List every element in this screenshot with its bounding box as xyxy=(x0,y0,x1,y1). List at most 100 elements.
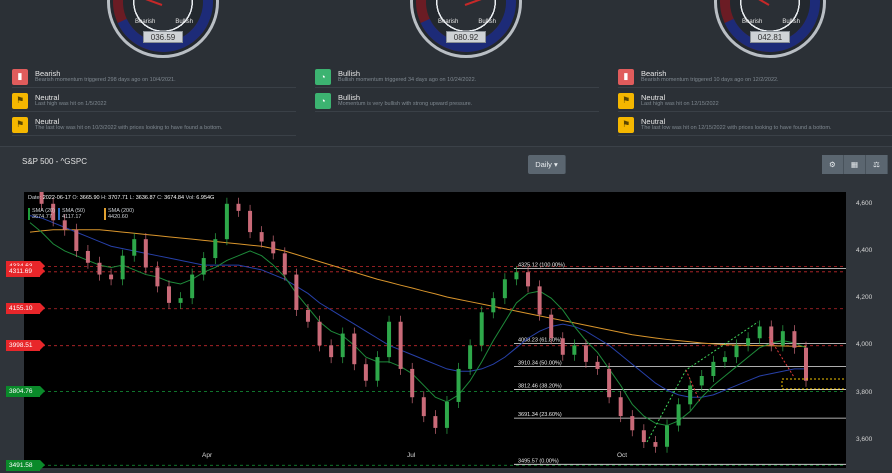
candle-body xyxy=(62,220,67,230)
y-tick-label: 4,400 xyxy=(856,246,873,254)
open-value: 3665.90 xyxy=(79,195,100,201)
candle-body xyxy=(676,404,681,426)
gauge-bull-label: Bullish xyxy=(782,19,800,25)
signal-title: Neutral xyxy=(35,92,60,102)
close-value: 3674.84 xyxy=(164,195,185,201)
bullish-icon: ◔ xyxy=(315,68,331,85)
settings-button[interactable]: ⚙ xyxy=(822,155,844,174)
low-value: 3636.87 xyxy=(135,195,156,201)
candle-body xyxy=(607,368,612,398)
signal-description: Bearish momentum triggered 10 days ago o… xyxy=(641,77,779,83)
signal-title: Bearish xyxy=(35,68,61,78)
signal-text-block: Bearish Bearish momentum triggered 10 day… xyxy=(641,68,779,84)
signal-description: The last low was hit on 10/3/2022 with p… xyxy=(35,125,223,131)
signal-row: ⚑ Neutral The last low was hit on 12/15/20… xyxy=(618,114,892,136)
y-tick-label: 4,200 xyxy=(856,294,873,302)
signal-row: ⚑ Neutral Last high was hit on 12/15/2022 xyxy=(618,90,892,112)
level-tag: 3491.58 xyxy=(6,459,45,471)
signal-text-block: Neutral The last low was hit on 10/3/2022… xyxy=(35,116,223,132)
signal-text-block: Bearish Bearish momentum triggered 298 da… xyxy=(35,68,176,84)
gauge-long-term: Bearish Bullish 042.81 xyxy=(705,0,835,67)
sma-value: 3674.77 xyxy=(32,214,52,220)
candle-body xyxy=(537,286,542,315)
signal-title: Neutral xyxy=(35,116,60,126)
candle-body xyxy=(630,416,635,431)
candle-body xyxy=(479,312,484,346)
candle-body xyxy=(456,368,461,402)
candle-body xyxy=(294,274,299,310)
signal-row: ⚑ Neutral The last low was hit on 10/3/202… xyxy=(12,114,296,136)
candle-body xyxy=(711,361,716,376)
candle-body xyxy=(143,239,148,268)
ohlc-readout: Date: 2022-06-17 O: 3665.90 H: 3707.71 L… xyxy=(28,195,214,201)
candle-body xyxy=(248,210,253,233)
signal-description: Last high was hit on 1/5/2022 xyxy=(35,101,107,107)
neutral-icon: ⚑ xyxy=(12,116,28,133)
bearish-icon: ▮ xyxy=(12,68,28,85)
sma-legend-item: SMA (20) 3674.77 xyxy=(28,208,57,220)
x-tick-label: Jul xyxy=(407,452,416,459)
neutral-icon: ⚑ xyxy=(618,92,634,109)
candle-body xyxy=(780,331,785,346)
x-tick-label: Oct xyxy=(617,452,628,459)
candle-body xyxy=(74,229,79,251)
neutral-icon: ⚑ xyxy=(618,116,634,133)
gauge-readout: 036.59 xyxy=(143,31,183,43)
signal-row: ◔ Bullish Momentum is very bullish with st… xyxy=(315,90,599,112)
calculator-button[interactable]: ▦ xyxy=(844,155,866,174)
signal-description: The last low was hit on 12/15/2022 with … xyxy=(641,125,832,131)
signal-description: Last high was hit on 12/15/2022 xyxy=(641,101,719,107)
level-tag: 4155.10 xyxy=(6,303,45,315)
signals-column-medium: ◔ Bullish Bullish momentum triggered 34 da… xyxy=(315,66,599,114)
signal-text-block: Neutral Last high was hit on 1/5/2022 xyxy=(35,92,107,108)
candle-body xyxy=(468,345,473,369)
interval-dropdown[interactable]: Daily ▾ xyxy=(528,155,566,174)
candle-body xyxy=(653,442,658,447)
candle-body xyxy=(166,286,171,303)
signal-title: Bullish xyxy=(338,92,361,102)
fib-label: 3495.57 (0.00%) xyxy=(518,458,559,464)
candle-body xyxy=(665,425,670,447)
candle-body xyxy=(109,274,114,280)
sentiment-overview: Bearish Bullish 036.59 Bearish Bullish 0… xyxy=(0,0,892,140)
y-tick-label: 4,000 xyxy=(856,341,873,349)
candle-body xyxy=(282,253,287,275)
sma-value: 4420.60 xyxy=(108,214,128,220)
candle-body xyxy=(734,345,739,358)
signal-title: Neutral xyxy=(641,116,666,126)
level-tag: 3998.51 xyxy=(6,340,45,352)
candle-body xyxy=(224,203,229,240)
candle-body xyxy=(236,203,241,211)
candle-body xyxy=(132,239,137,256)
fib-label: 4008.23 (61.80%) xyxy=(518,337,562,343)
fib-label: 3691.34 (23.60%) xyxy=(518,412,562,418)
candle-body xyxy=(340,333,345,358)
close-label: C: xyxy=(157,195,163,201)
gauge-bear-label: Bearish xyxy=(438,19,459,25)
candle-body xyxy=(722,357,727,362)
scale-button[interactable]: ⚖ xyxy=(866,155,888,174)
signals-column-long: ▮ Bearish Bearish momentum triggered 10 da… xyxy=(618,66,892,138)
signal-description: Bearish momentum triggered 298 days ago … xyxy=(35,77,176,83)
candle-body xyxy=(595,361,600,369)
candle-body xyxy=(560,338,565,355)
level-tag: 4311.69 xyxy=(6,266,45,278)
signal-row: ▮ Bearish Bearish momentum triggered 298 d… xyxy=(12,66,296,88)
signal-text-block: Neutral The last low was hit on 12/15/202… xyxy=(641,116,832,132)
bearish-icon: ▮ xyxy=(618,68,634,85)
candle-body xyxy=(491,298,496,313)
candle-body xyxy=(352,333,357,365)
price-chart-svg: 4325.12 (100.00%) 4008.23 (61.80%) 3910.34… xyxy=(24,178,855,466)
signal-title: Neutral xyxy=(641,92,666,102)
y-tick-label: 3,600 xyxy=(856,435,873,443)
signal-row: ⚑ Neutral Last high was hit on 1/5/2022 xyxy=(12,90,296,112)
gauge-bull-label: Bullish xyxy=(478,19,496,25)
candle-body xyxy=(526,272,531,287)
candle-body xyxy=(572,345,577,355)
open-label: O: xyxy=(72,195,79,201)
gauge-bull-label: Bullish xyxy=(175,19,193,25)
price-chart[interactable]: 4325.12 (100.00%) 4008.23 (61.80%) 3910.34… xyxy=(24,178,855,468)
candle-body xyxy=(201,258,206,275)
signal-title: Bearish xyxy=(641,68,667,78)
candle-body xyxy=(618,397,623,417)
